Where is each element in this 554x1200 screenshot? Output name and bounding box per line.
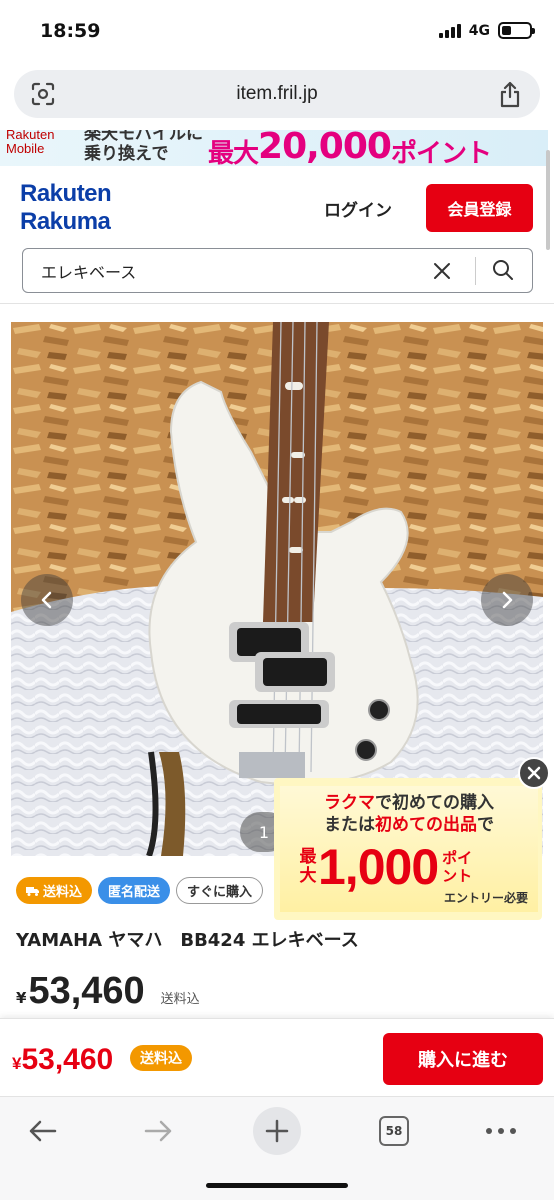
banner-promo: 最大20,000ポイント	[208, 130, 492, 166]
google-lens-icon[interactable]	[30, 82, 56, 106]
promo-close-button[interactable]	[518, 757, 550, 789]
header-divider	[0, 303, 554, 304]
status-indicators: 4G	[438, 22, 535, 39]
first-purchase-promo[interactable]: ラクマで初めての購入 または初めての出品で 最大 1,000 ポイ ント エントリ…	[274, 778, 542, 920]
forward-button[interactable]	[135, 1107, 183, 1155]
shipping-label: 送料込	[160, 992, 200, 1007]
bass-guitar-photo	[11, 322, 543, 856]
share-icon[interactable]	[498, 80, 522, 108]
promo-text: ラクマで初めての購入 または初めての出品で	[324, 793, 494, 835]
arrow-left-icon	[29, 1120, 57, 1142]
purchase-bar: ¥53,460 送料込 購入に進む	[0, 1018, 554, 1096]
arrow-right-icon	[144, 1120, 172, 1142]
proceed-to-purchase-button[interactable]: 購入に進む	[383, 1033, 543, 1085]
more-dots-icon	[486, 1128, 516, 1134]
address-bar[interactable]: item.fril.jp	[14, 70, 540, 118]
banner-text: 楽天モバイルに 乗り換えで	[84, 130, 203, 164]
promo-note: エントリー必要	[443, 891, 528, 905]
url-text[interactable]: item.fril.jp	[236, 83, 317, 105]
search-box	[22, 248, 533, 293]
tag-list: 送料込 匿名配送 すぐに購入	[16, 877, 264, 904]
search-icon[interactable]	[492, 259, 514, 281]
login-link[interactable]: ログイン	[324, 196, 392, 221]
register-button[interactable]: 会員登録	[426, 184, 533, 232]
back-button[interactable]	[18, 1107, 66, 1155]
shipping-included-badge: 送料込	[130, 1045, 192, 1071]
next-image-button[interactable]	[481, 574, 533, 626]
chevron-left-icon	[41, 591, 52, 609]
tag-anonymous-shipping: 匿名配送	[98, 877, 171, 904]
site-header: Rakuten Rakuma ログイン 会員登録	[0, 170, 548, 246]
status-time: 18:59	[40, 20, 101, 42]
new-tab-button[interactable]	[253, 1107, 301, 1155]
battery-icon	[498, 22, 535, 39]
chevron-right-icon	[502, 591, 513, 609]
purchase-bar-price: ¥53,460	[12, 1043, 114, 1076]
product-image[interactable]	[11, 322, 543, 856]
search-divider	[475, 257, 476, 285]
rakuten-mobile-logo: Rakuten Mobile	[6, 130, 55, 156]
search-input[interactable]	[23, 261, 423, 280]
tab-switcher-button[interactable]: 58	[370, 1107, 418, 1155]
tag-instant-buy: すぐに購入	[176, 877, 264, 904]
status-bar: 18:59 4G	[0, 0, 554, 62]
tag-shipping-included: 送料込	[16, 877, 93, 904]
promo-points: 最大 1,000 ポイ ント	[299, 839, 473, 895]
product-price: 53,460	[28, 970, 145, 1012]
more-menu-button[interactable]	[477, 1107, 525, 1155]
rakuten-rakuma-logo[interactable]: Rakuten Rakuma	[20, 180, 112, 236]
signal-icon	[438, 23, 461, 38]
truck-icon	[26, 886, 39, 896]
close-icon	[527, 766, 541, 780]
product-title: YAMAHA ヤマハ BB424 エレキベース	[16, 930, 359, 951]
tab-count: 58	[379, 1116, 409, 1146]
currency-symbol: ¥	[16, 989, 27, 1007]
rakuten-mobile-banner[interactable]: Rakuten Mobile 楽天モバイルに 乗り換えで 最大20,000ポイン…	[0, 130, 548, 166]
price-row: ¥ 53,460 送料込	[16, 970, 200, 1013]
prev-image-button[interactable]	[21, 574, 73, 626]
clear-icon[interactable]	[432, 261, 452, 281]
home-indicator[interactable]	[206, 1183, 348, 1188]
network-type: 4G	[468, 22, 490, 39]
plus-icon	[265, 1119, 289, 1143]
